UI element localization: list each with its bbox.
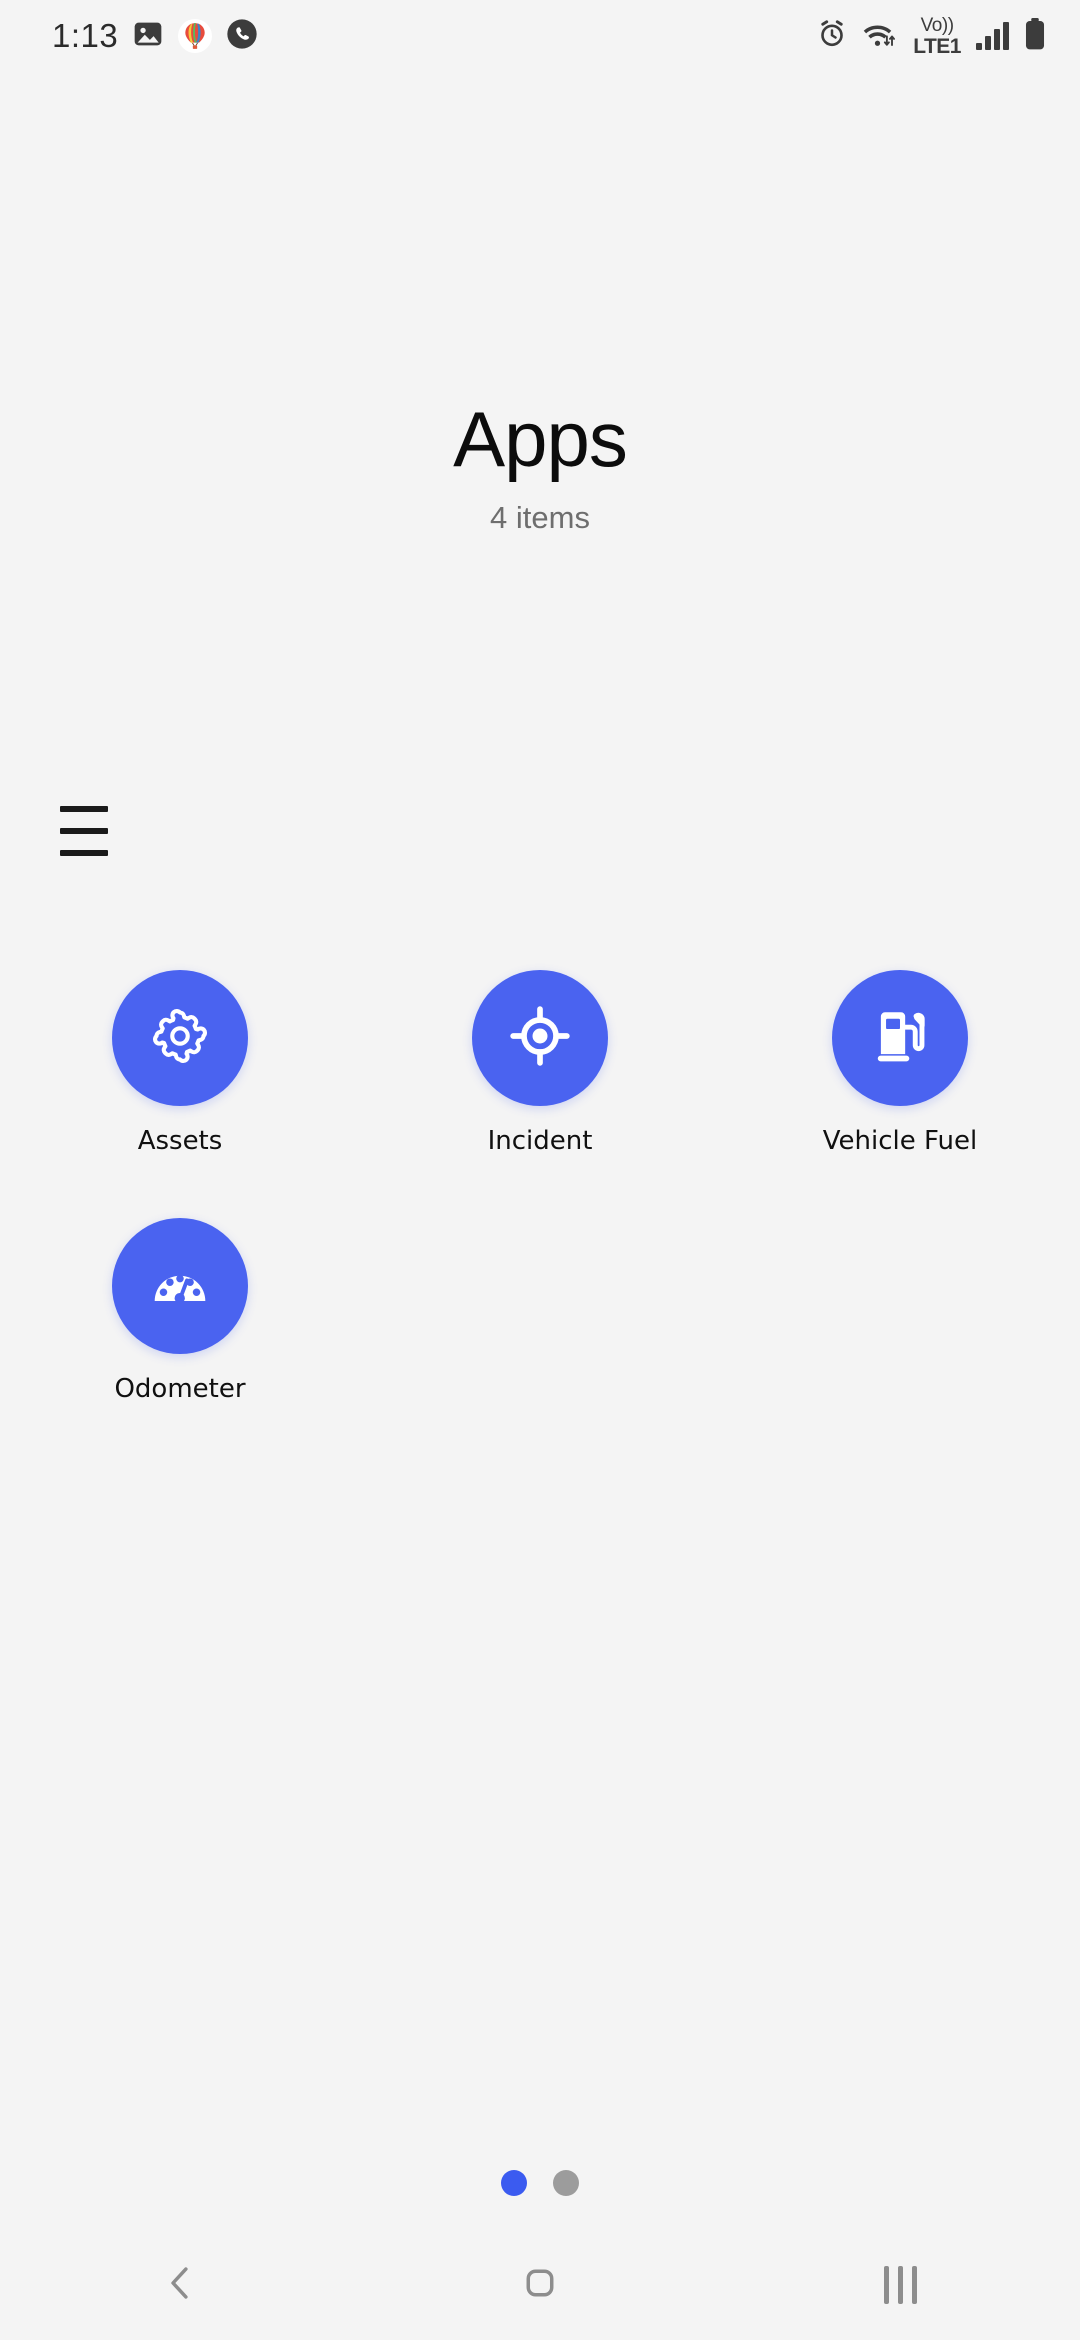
page-indicator [0,2170,1080,2196]
battery-icon [1024,17,1046,55]
gallery-icon [132,18,164,55]
app-grid: Assets Incident Vehicle Fuel Odometer [0,970,1080,1404]
volte-top-label: Vo)) [920,14,954,36]
app-item-odometer[interactable]: Odometer [0,1218,360,1404]
status-bar-right: Vo)) LTE1 [817,16,1046,57]
nav-back-button[interactable] [80,2230,280,2340]
volte-bottom-label: LTE1 [913,34,961,58]
app-icon-circle [112,970,248,1106]
app-drawer-screen: 1:13 Vo)) LTE1 Apps 4 items Assets Incid… [0,0,1080,2340]
app-item-assets[interactable]: Assets [0,970,360,1156]
recents-bars-icon [883,2266,917,2304]
phone-icon [226,18,258,55]
back-chevron-icon [158,2261,202,2310]
crosshair-target-icon [509,1005,571,1072]
status-bar-left: 1:13 [52,17,258,55]
page-dot-2[interactable] [553,2170,579,2196]
signal-icon [976,22,1009,50]
hamburger-line [60,828,108,834]
app-label: Incident [487,1126,593,1156]
speedometer-icon [149,1253,211,1320]
page-title: Apps [453,395,628,483]
app-icon-circle [472,970,608,1106]
nav-home-button[interactable] [440,2230,640,2340]
alarm-icon [817,19,847,54]
status-bar-clock: 1:13 [52,17,119,54]
status-bar: 1:13 Vo)) LTE1 [0,0,1080,72]
app-item-incident[interactable]: Incident [360,970,720,1156]
app-item-vehicle-fuel[interactable]: Vehicle Fuel [720,970,1080,1156]
home-square-icon [518,2261,562,2310]
page-header: Apps 4 items [0,400,1080,536]
app-icon-circle [112,1218,248,1354]
hot-air-balloon-icon [178,19,213,53]
app-icon-circle [832,970,968,1106]
page-item-count: 4 items [490,500,590,535]
page-dot-1[interactable] [501,2170,527,2196]
app-label: Vehicle Fuel [822,1126,978,1156]
volte-icon: Vo)) LTE1 [913,16,961,57]
hamburger-menu-icon[interactable] [60,806,108,856]
android-nav-bar [0,2230,1080,2340]
hamburger-line [60,850,108,856]
hamburger-line [60,806,108,812]
gear-icon [148,1004,212,1073]
app-label: Assets [137,1126,223,1156]
app-label: Odometer [114,1374,246,1404]
wifi-icon [862,19,898,54]
fuel-pump-icon [869,1005,931,1072]
nav-recents-button[interactable] [800,2230,1000,2340]
